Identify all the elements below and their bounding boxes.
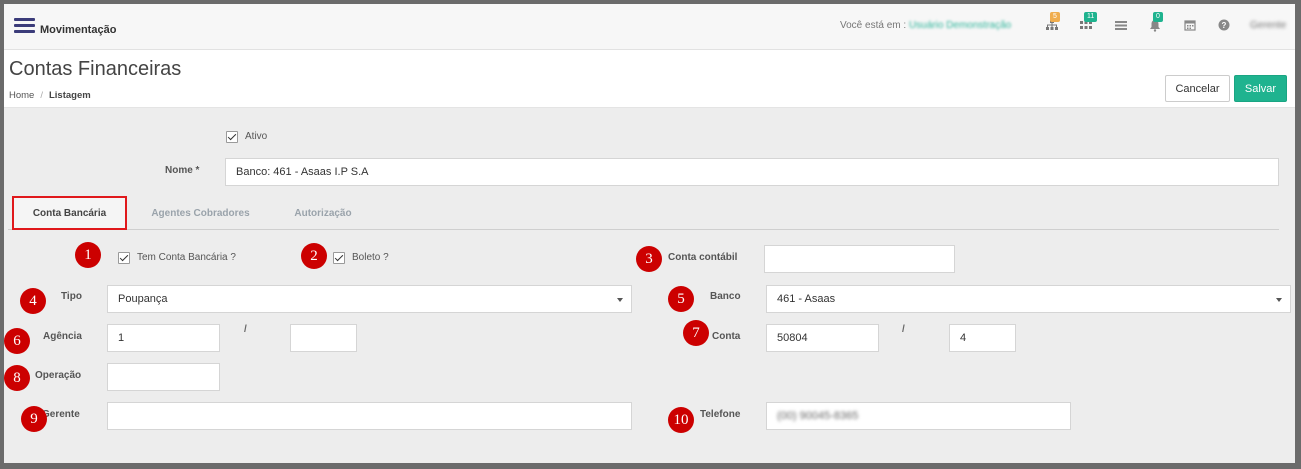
nome-value: Banco: 461 - Asaas I.P S.A (236, 166, 369, 178)
operacao-input[interactable] (107, 363, 220, 391)
annotation-marker: 7 (683, 320, 709, 346)
tem-conta-checkbox[interactable] (118, 252, 130, 264)
conta-input[interactable]: 50804 (766, 324, 879, 352)
tipo-label: Tipo (61, 291, 82, 302)
gerente-input[interactable] (107, 402, 632, 430)
agencia-slash: / (244, 324, 247, 335)
annotation-marker: 9 (21, 406, 47, 432)
conta-label: Conta (712, 331, 741, 342)
conta-slash: / (902, 324, 905, 335)
page-title: Contas Financeiras (9, 58, 182, 80)
tab-bar: Conta Bancária Agentes Cobradores Autori… (8, 196, 1279, 230)
cancel-button[interactable]: Cancelar (1165, 75, 1230, 102)
sitemap-badge: 5 (1050, 12, 1060, 22)
telefone-input[interactable]: (00) 90045-8365 (766, 402, 1071, 430)
agencia-label: Agência (43, 331, 82, 342)
svg-text:?: ? (1222, 21, 1227, 30)
banco-label: Banco (710, 291, 741, 302)
annotation-marker: 8 (4, 365, 30, 391)
tab-agentes-cobradores[interactable]: Agentes Cobradores (138, 196, 263, 230)
annotation-marker: 3 (636, 246, 662, 272)
telefone-label: Telefone (700, 409, 741, 420)
annotation-marker: 4 (20, 288, 46, 314)
top-bar: Movimentação Você está em : Usuário Demo… (4, 4, 1295, 50)
nome-input[interactable]: Banco: 461 - Asaas I.P S.A (225, 158, 1279, 186)
current-location: Você está em : Usuário Demonstração (840, 20, 1011, 31)
sitemap-icon[interactable]: 5 (1045, 12, 1060, 32)
operacao-label: Operação (35, 370, 82, 381)
conta-digito-input[interactable]: 4 (949, 324, 1016, 352)
user-name[interactable]: Gerente (1250, 20, 1286, 31)
grid-badge: 11 (1084, 12, 1098, 22)
annotation-marker: 2 (301, 243, 327, 269)
tab-autorizacao[interactable]: Autorização (278, 196, 368, 230)
ativo-label: Ativo (245, 131, 268, 142)
chevron-down-icon (617, 298, 623, 302)
banco-select[interactable]: 461 - Asaas (766, 285, 1291, 313)
conta-contabil-input[interactable] (764, 245, 955, 273)
page-header: Contas Financeiras Home / Listagem Cancela… (4, 50, 1295, 108)
nome-label: Nome * (165, 165, 200, 176)
breadcrumb-separator: / (40, 90, 43, 101)
boleto-label: Boleto ? (352, 252, 389, 263)
boleto-checkbox[interactable] (333, 252, 345, 264)
menu-icon[interactable] (14, 18, 35, 34)
location-link[interactable]: Usuário Demonstração (909, 20, 1011, 31)
conta-digito-value: 4 (960, 332, 967, 344)
tab-conta-bancaria[interactable]: Conta Bancária (12, 196, 127, 230)
tem-conta-label: Tem Conta Bancária ? (137, 252, 236, 263)
annotation-marker: 10 (668, 407, 694, 433)
module-title: Movimentação (40, 24, 117, 36)
tipo-value: Poupança (118, 293, 168, 305)
help-icon[interactable]: ? (1217, 18, 1231, 32)
list-icon[interactable] (1114, 18, 1128, 32)
breadcrumb-home[interactable]: Home (9, 90, 34, 101)
annotation-marker: 6 (4, 328, 30, 354)
location-label: Você está em : (840, 20, 907, 31)
bell-icon[interactable]: 0 (1148, 12, 1163, 32)
conta-value: 50804 (777, 332, 808, 344)
bell-badge: 0 (1153, 12, 1163, 22)
agencia-digito-input[interactable] (290, 324, 357, 352)
app-window: Movimentação Você está em : Usuário Demo… (4, 4, 1295, 463)
save-button[interactable]: Salvar (1234, 75, 1287, 102)
agencia-value: 1 (118, 332, 125, 344)
annotation-marker: 1 (75, 242, 101, 268)
conta-contabil-label: Conta contábil (668, 252, 738, 263)
banco-value: 461 - Asaas (777, 293, 836, 305)
chevron-down-icon (1276, 298, 1282, 302)
gerente-label: Gerente (42, 409, 80, 420)
breadcrumb: Home / Listagem (9, 90, 91, 101)
breadcrumb-current: Listagem (48, 90, 91, 101)
annotation-marker: 5 (668, 286, 694, 312)
calendar-icon[interactable] (1183, 18, 1197, 32)
telefone-value: (00) 90045-8365 (777, 410, 859, 422)
agencia-input[interactable]: 1 (107, 324, 220, 352)
ativo-checkbox[interactable] (226, 131, 238, 143)
tipo-select[interactable]: Poupança (107, 285, 632, 313)
grid-icon[interactable]: 11 (1079, 12, 1098, 32)
